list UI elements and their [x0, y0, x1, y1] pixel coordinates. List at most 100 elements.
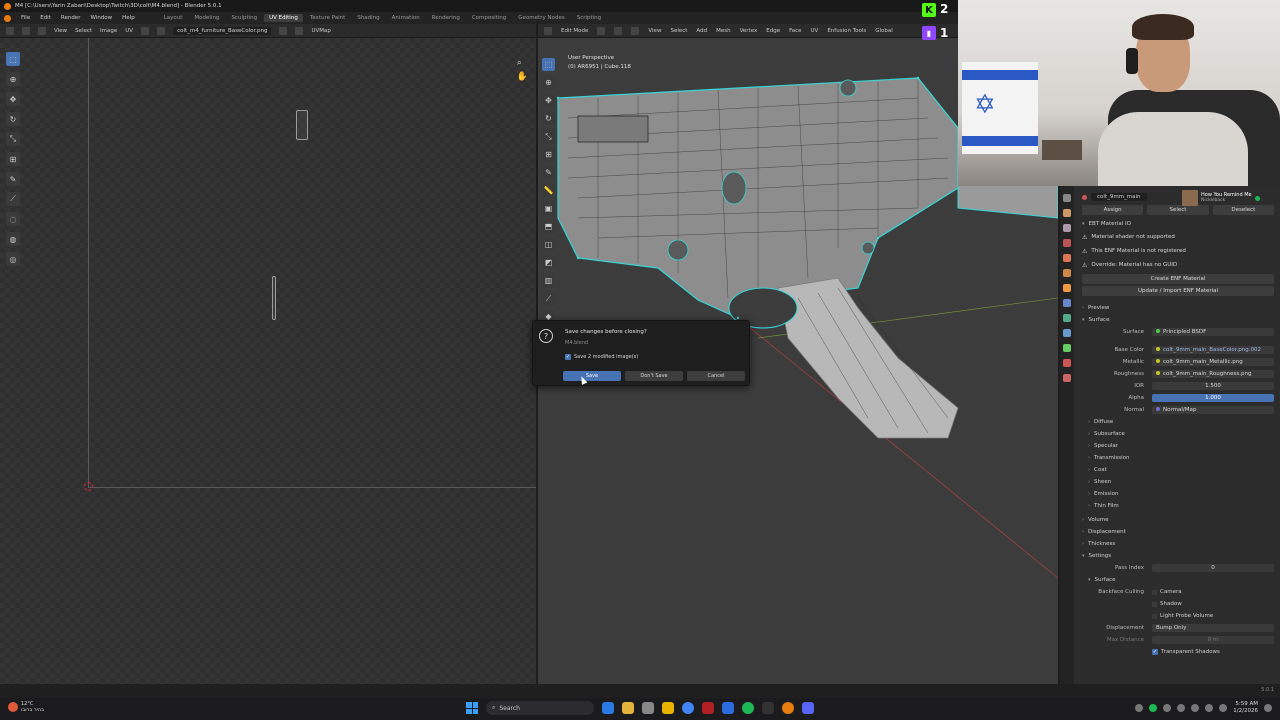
vp-menu-vertex[interactable]: Vertex: [740, 28, 758, 34]
chrome-browser-icon[interactable]: [682, 702, 694, 714]
relax-icon[interactable]: ◍: [6, 232, 20, 246]
vp-menu-mesh[interactable]: Mesh: [716, 28, 730, 34]
menu-help[interactable]: Help: [122, 15, 135, 21]
editor-type-icon[interactable]: [544, 26, 552, 35]
object-tab-icon[interactable]: [1063, 284, 1071, 292]
view-layer-tab-icon[interactable]: [1063, 239, 1071, 247]
vscode-app-icon[interactable]: [722, 702, 734, 714]
file-explorer-icon[interactable]: [622, 702, 634, 714]
light-probe-volume-checkbox[interactable]: Light Probe Volume: [1152, 613, 1213, 619]
assign-button[interactable]: Assign: [1082, 205, 1144, 215]
scale-icon[interactable]: ⤡: [542, 130, 555, 143]
particles-tab-icon[interactable]: [1063, 314, 1071, 322]
rip-icon[interactable]: ⟋: [6, 192, 20, 206]
annotate-icon[interactable]: ✎: [6, 172, 20, 186]
vp-menu-face[interactable]: Face: [789, 28, 801, 34]
select-box-icon[interactable]: ⬚: [6, 52, 20, 66]
tab-rendering[interactable]: Rendering: [427, 14, 465, 22]
notification-bell-icon[interactable]: [1264, 704, 1272, 712]
spotify-app-icon[interactable]: [742, 702, 754, 714]
edge-select-icon[interactable]: [614, 26, 623, 35]
modifier-tab-icon[interactable]: [1063, 299, 1071, 307]
tab-texture-paint[interactable]: Texture Paint: [305, 14, 351, 22]
chevron-up-icon[interactable]: [1177, 704, 1186, 712]
weather-widget[interactable]: 12°C בהיר ברובו: [8, 701, 44, 713]
tab-compositing[interactable]: Compositing: [467, 14, 511, 22]
uv-menu-select[interactable]: Select: [75, 28, 92, 34]
vp-menu-uv[interactable]: UV: [811, 28, 819, 34]
uv-menu-image[interactable]: Image: [100, 28, 117, 34]
snap-icon[interactable]: [157, 26, 166, 35]
tray-icon[interactable]: [1135, 704, 1144, 712]
cursor-icon[interactable]: ⊕: [542, 76, 555, 89]
taskbar-search[interactable]: ⌕ Search: [486, 701, 594, 715]
menu-render[interactable]: Render: [61, 15, 81, 21]
uvmap-selector[interactable]: UVMap: [311, 28, 330, 34]
subsection-thin-film[interactable]: › Thin Film: [1088, 500, 1274, 512]
tab-uv-editing[interactable]: UV Editing: [264, 14, 303, 22]
knife-icon[interactable]: ⟋: [542, 292, 555, 305]
subsection-specular[interactable]: › Specular: [1088, 440, 1274, 452]
settings-panel-header[interactable]: ▾ Settings: [1082, 550, 1274, 562]
extrude-icon[interactable]: ⬒: [542, 220, 555, 233]
base-color-field[interactable]: colt_9mm_main_BaseColor.png.002: [1152, 346, 1274, 354]
surface-shader-field[interactable]: Principled BSDF: [1152, 328, 1274, 336]
world-tab-icon[interactable]: [1063, 269, 1071, 277]
tab-shading[interactable]: Shading: [352, 14, 384, 22]
alpha-slider[interactable]: 1.000: [1152, 394, 1274, 402]
render-tab-icon[interactable]: [1063, 209, 1071, 217]
uv-island[interactable]: [272, 276, 276, 320]
edge-browser-icon[interactable]: [602, 702, 614, 714]
cursor-icon[interactable]: ⊕: [6, 72, 20, 86]
volume-icon[interactable]: [1205, 704, 1214, 712]
surface-panel-header[interactable]: ▾ Surface: [1082, 314, 1274, 326]
move-icon[interactable]: ✥: [542, 94, 555, 107]
texture-tab-icon[interactable]: [1063, 374, 1071, 382]
subsection-coat[interactable]: › Coat: [1088, 464, 1274, 476]
windows-start-icon[interactable]: [466, 702, 478, 714]
discord-app-icon[interactable]: [802, 702, 814, 714]
tray-icon[interactable]: [1163, 704, 1172, 712]
displacement-panel-header[interactable]: › Displacement: [1082, 526, 1274, 538]
zoom-icon[interactable]: ⌕: [517, 58, 528, 68]
tab-modeling[interactable]: Modeling: [189, 14, 224, 22]
vp-menu-view[interactable]: View: [648, 28, 661, 34]
vp-menu-enfusion-tools[interactable]: Enfusion Tools: [827, 28, 866, 34]
update-enf-material-button[interactable]: Update / Import ENF Material: [1082, 286, 1274, 296]
physics-tab-icon[interactable]: [1063, 329, 1071, 337]
pass-index-field[interactable]: 0: [1152, 564, 1274, 572]
obs-app-icon[interactable]: [702, 702, 714, 714]
subsection-transmission[interactable]: › Transmission: [1088, 452, 1274, 464]
settings-surface-header[interactable]: ▾ Surface: [1082, 574, 1274, 586]
rotate-icon[interactable]: ↻: [542, 112, 555, 125]
create-enf-material-button[interactable]: Create ENF Material: [1082, 274, 1274, 284]
measure-icon[interactable]: 📏: [542, 184, 555, 197]
add-cube-icon[interactable]: ▣: [542, 202, 555, 215]
dont-save-button[interactable]: Don't Save: [625, 371, 683, 381]
normal-field[interactable]: Normal/Map: [1152, 406, 1274, 414]
uv-editor-canvas[interactable]: ⌕ ✋: [0, 38, 536, 684]
taskbar-clock[interactable]: 5:59 AM 1/2/2026: [1233, 701, 1258, 715]
orientation-selector[interactable]: Global: [875, 28, 893, 34]
shadow-checkbox[interactable]: Shadow: [1152, 601, 1182, 607]
max-distance-field[interactable]: 0 m: [1152, 636, 1274, 644]
material-tab-icon[interactable]: [1063, 359, 1071, 367]
settings-gear-icon[interactable]: [642, 702, 654, 714]
ebt-panel-header[interactable]: ▾ EBT Material IO: [1082, 218, 1274, 230]
menu-file[interactable]: File: [21, 15, 30, 21]
editor-type-icon[interactable]: [6, 26, 14, 35]
uv-menu-view[interactable]: View: [54, 28, 67, 34]
subsection-subsurface[interactable]: › Subsurface: [1088, 428, 1274, 440]
displacement-method-select[interactable]: Bump Only: [1152, 624, 1274, 632]
uv-island[interactable]: [296, 110, 308, 140]
vp-menu-add[interactable]: Add: [696, 28, 707, 34]
tab-scripting[interactable]: Scripting: [572, 14, 606, 22]
move-icon[interactable]: ✥: [6, 92, 20, 106]
subsection-emission[interactable]: › Emission: [1088, 488, 1274, 500]
vp-menu-select[interactable]: Select: [670, 28, 687, 34]
data-tab-icon[interactable]: [1063, 344, 1071, 352]
pinch-icon[interactable]: ◎: [6, 252, 20, 266]
grab-icon[interactable]: ◌: [6, 212, 20, 226]
subsection-diffuse[interactable]: › Diffuse: [1088, 416, 1274, 428]
pan-hand-icon[interactable]: ✋: [517, 72, 528, 82]
